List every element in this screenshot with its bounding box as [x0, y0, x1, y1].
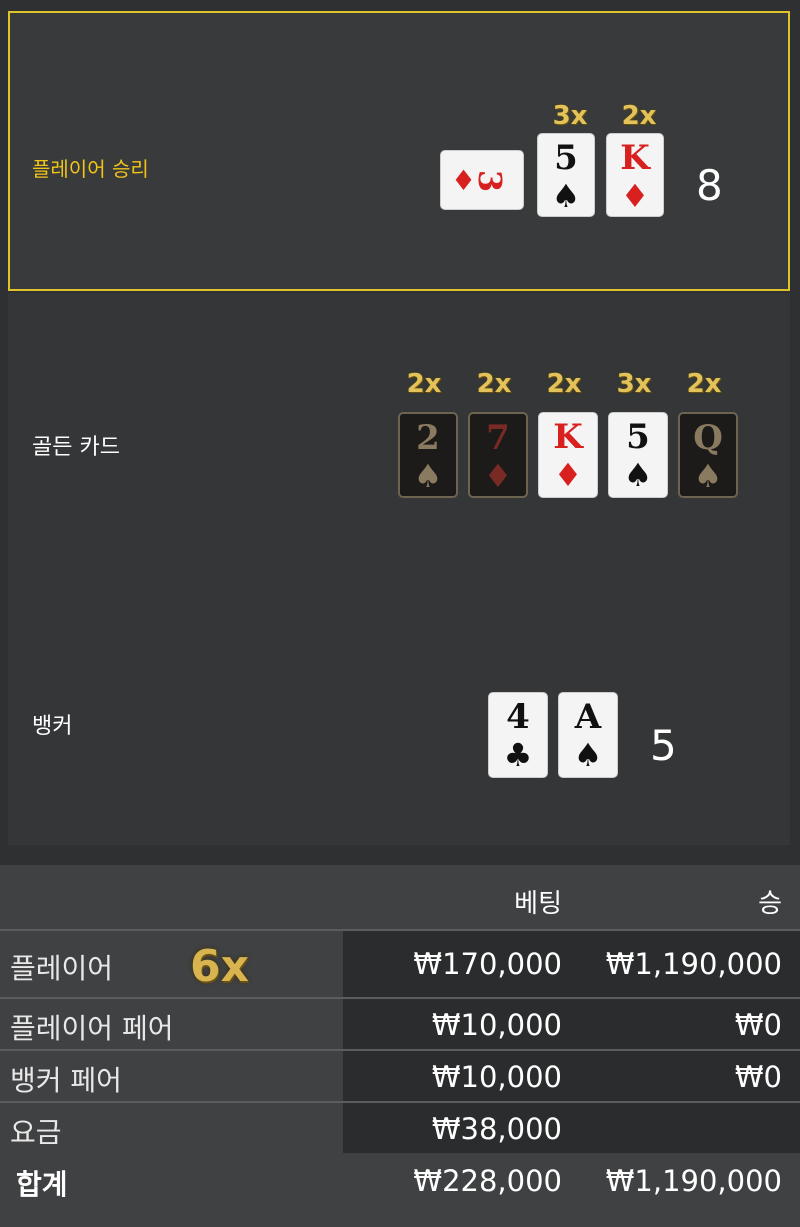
card-rank: 5: [626, 417, 650, 457]
card-rank: 2: [416, 418, 440, 458]
card-rank: 3: [471, 169, 510, 193]
total-row: 합계 ₩228,000 ₩1,190,000: [0, 1155, 800, 1215]
golden-card-3: K ♦: [538, 412, 598, 498]
player-total: 8: [696, 161, 723, 210]
row-bet: ₩38,000: [431, 1112, 562, 1146]
player-result-panel: 플레이어 승리 3x 2x 3 ♦ 5 ♠ K ♦ 8: [8, 11, 790, 291]
row-win: ₩0: [734, 1008, 782, 1042]
diamond-suit-icon: ♦: [483, 457, 513, 495]
row-label: 요금: [10, 1116, 62, 1149]
row-label: 플레이어: [10, 952, 114, 985]
row-bet: ₩170,000: [413, 947, 562, 981]
golden-card-4: 5 ♠: [608, 412, 668, 498]
card-rank: K: [620, 138, 650, 178]
multiplier-badge: 3x: [616, 369, 652, 399]
card-rank: K: [553, 417, 583, 457]
multiplier-badge: 2x: [406, 369, 442, 399]
multiplier-badge: 3x: [552, 101, 588, 131]
spade-suit-icon: ♠: [573, 736, 603, 774]
banker-label: 뱅커: [32, 714, 73, 739]
card-rank: 5: [554, 138, 578, 178]
golden-banker-panel: 골든 카드 2x 2x 2x 3x 2x 2 ♠ 7 ♦ K ♦ 5 ♠ Q ♠…: [8, 293, 790, 845]
table-row: 플레이어 ₩170,000 ₩1,190,000: [0, 931, 800, 997]
player-card-1: 3 ♦: [440, 150, 524, 210]
golden-cards-label: 골든 카드: [32, 435, 120, 460]
golden-card-2: 7 ♦: [468, 412, 528, 498]
value-background: [343, 1103, 800, 1153]
banker-total: 5: [650, 721, 677, 770]
total-label: 합계: [16, 1168, 68, 1201]
bet-results-table: 베팅 승 플레이어 ₩170,000 ₩1,190,000 플레이어 페어 ₩1…: [0, 865, 800, 1227]
card-rank: 7: [486, 418, 510, 458]
card-rank: A: [574, 697, 602, 737]
diamond-suit-icon: ♦: [451, 164, 477, 197]
overall-multiplier-badge: 6x: [190, 941, 249, 992]
row-bet: ₩10,000: [431, 1008, 562, 1042]
card-rank: 4: [506, 697, 530, 737]
value-background: [343, 1051, 800, 1101]
row-label: 뱅커 페어: [10, 1064, 122, 1097]
multiplier-badge: 2x: [476, 369, 512, 399]
player-card-3: K ♦: [606, 133, 664, 217]
multiplier-badge: 2x: [686, 369, 722, 399]
spade-suit-icon: ♠: [693, 457, 723, 495]
table-row: 플레이어 페어 ₩10,000 ₩0: [0, 999, 800, 1049]
row-label: 플레이어 페어: [10, 1012, 174, 1045]
spade-suit-icon: ♠: [551, 177, 581, 215]
row-win: ₩1,190,000: [605, 947, 782, 981]
total-bet: ₩228,000: [413, 1164, 562, 1198]
multiplier-badge: 2x: [621, 101, 657, 131]
table-row: 뱅커 페어 ₩10,000 ₩0: [0, 1051, 800, 1101]
card-rank: Q: [693, 418, 723, 458]
bet-column-header: 베팅: [514, 889, 562, 919]
multiplier-badge: 2x: [546, 369, 582, 399]
table-row: 요금 ₩38,000: [0, 1103, 800, 1153]
banker-card-2: A ♠: [558, 692, 618, 778]
player-win-label: 플레이어 승리: [32, 157, 149, 181]
diamond-suit-icon: ♦: [553, 456, 583, 494]
spade-suit-icon: ♠: [413, 457, 443, 495]
spade-suit-icon: ♠: [623, 456, 653, 494]
row-win: ₩0: [734, 1060, 782, 1094]
golden-card-5: Q ♠: [678, 412, 738, 498]
row-bet: ₩10,000: [431, 1060, 562, 1094]
value-background: [343, 999, 800, 1049]
diamond-suit-icon: ♦: [620, 177, 650, 215]
banker-card-1: 4 ♣: [488, 692, 548, 778]
player-card-2: 5 ♠: [537, 133, 595, 217]
club-suit-icon: ♣: [503, 736, 533, 774]
win-column-header: 승: [758, 889, 782, 919]
total-win: ₩1,190,000: [605, 1164, 782, 1198]
golden-card-1: 2 ♠: [398, 412, 458, 498]
